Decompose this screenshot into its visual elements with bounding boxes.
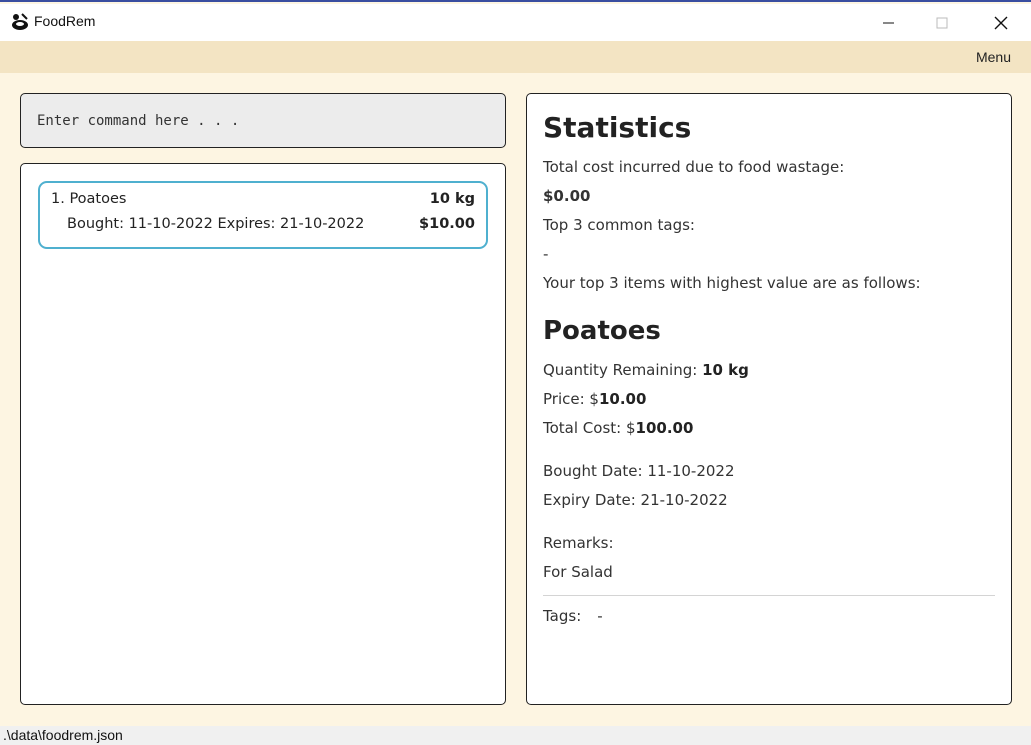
item-name: Poatoes xyxy=(69,191,127,207)
command-input[interactable] xyxy=(21,94,505,147)
detail-tags-value: - xyxy=(597,607,603,625)
statistics-panel: Statistics Total cost incurred due to fo… xyxy=(526,93,1012,705)
minimize-icon xyxy=(883,22,894,23)
data-file-path: .\data\foodrem.json xyxy=(3,727,123,743)
menu-item-menu[interactable]: Menu xyxy=(976,49,1011,65)
detail-total-value: 100.00 xyxy=(635,419,694,437)
window-title: FoodRem xyxy=(34,13,96,29)
command-box xyxy=(20,93,506,148)
detail-item-name: Poatoes xyxy=(543,316,661,346)
item-dates: Bought: 11-10-2022 Expires: 21-10-2022 xyxy=(67,216,364,232)
list-item[interactable]: 1. Poatoes 10 kg Bought: 11-10-2022 Expi… xyxy=(38,181,488,249)
close-button[interactable] xyxy=(978,4,1024,41)
cooking-pot-icon xyxy=(10,12,30,32)
item-index: 1. xyxy=(51,191,65,207)
maximize-button[interactable] xyxy=(919,4,965,41)
detail-bought-date: Bought Date: 11-10-2022 xyxy=(543,462,735,480)
detail-total-cost: Total Cost: $100.00 xyxy=(543,419,693,437)
detail-remarks-label: Remarks: xyxy=(543,534,614,552)
item-title: 1. Poatoes xyxy=(51,191,126,207)
detail-quantity-value: 10 kg xyxy=(702,361,749,379)
food-list-panel: 1. Poatoes 10 kg Bought: 11-10-2022 Expi… xyxy=(20,163,506,705)
detail-quantity-label: Quantity Remaining: xyxy=(543,361,703,379)
detail-quantity: Quantity Remaining: 10 kg xyxy=(543,361,749,379)
common-tags-label: Top 3 common tags: xyxy=(543,216,695,234)
common-tags-value: - xyxy=(543,245,549,263)
detail-divider xyxy=(543,595,995,596)
detail-expiry-date: Expiry Date: 21-10-2022 xyxy=(543,491,728,509)
detail-remarks-value: For Salad xyxy=(543,563,613,581)
minimize-button[interactable] xyxy=(866,4,912,41)
top-items-label: Your top 3 items with highest value are … xyxy=(543,274,921,292)
detail-price: Price: $10.00 xyxy=(543,390,646,408)
app-window: FoodRem Menu 1. Poatoes 10 kg Bought: 11… xyxy=(0,0,1031,745)
menu-bar: Menu xyxy=(0,41,1031,73)
detail-price-label: Price: $ xyxy=(543,390,599,408)
status-bar: .\data\foodrem.json xyxy=(0,726,1031,745)
detail-total-label: Total Cost: $ xyxy=(543,419,636,437)
item-price: $10.00 xyxy=(419,216,475,232)
item-expiry-date: Expires: 21-10-2022 xyxy=(217,216,365,232)
wastage-label: Total cost incurred due to food wastage: xyxy=(543,158,845,176)
statistics-title: Statistics xyxy=(543,111,692,144)
close-icon xyxy=(994,16,1008,29)
detail-tags: Tags: - xyxy=(543,607,603,625)
title-bar: FoodRem xyxy=(0,4,1031,41)
item-quantity: 10 kg xyxy=(429,191,475,207)
detail-price-value: 10.00 xyxy=(598,390,647,408)
wastage-value: $0.00 xyxy=(543,187,591,205)
item-bought-date: Bought: 11-10-2022 xyxy=(67,216,213,232)
detail-tags-label: Tags: xyxy=(543,607,582,625)
maximize-icon xyxy=(936,17,948,28)
